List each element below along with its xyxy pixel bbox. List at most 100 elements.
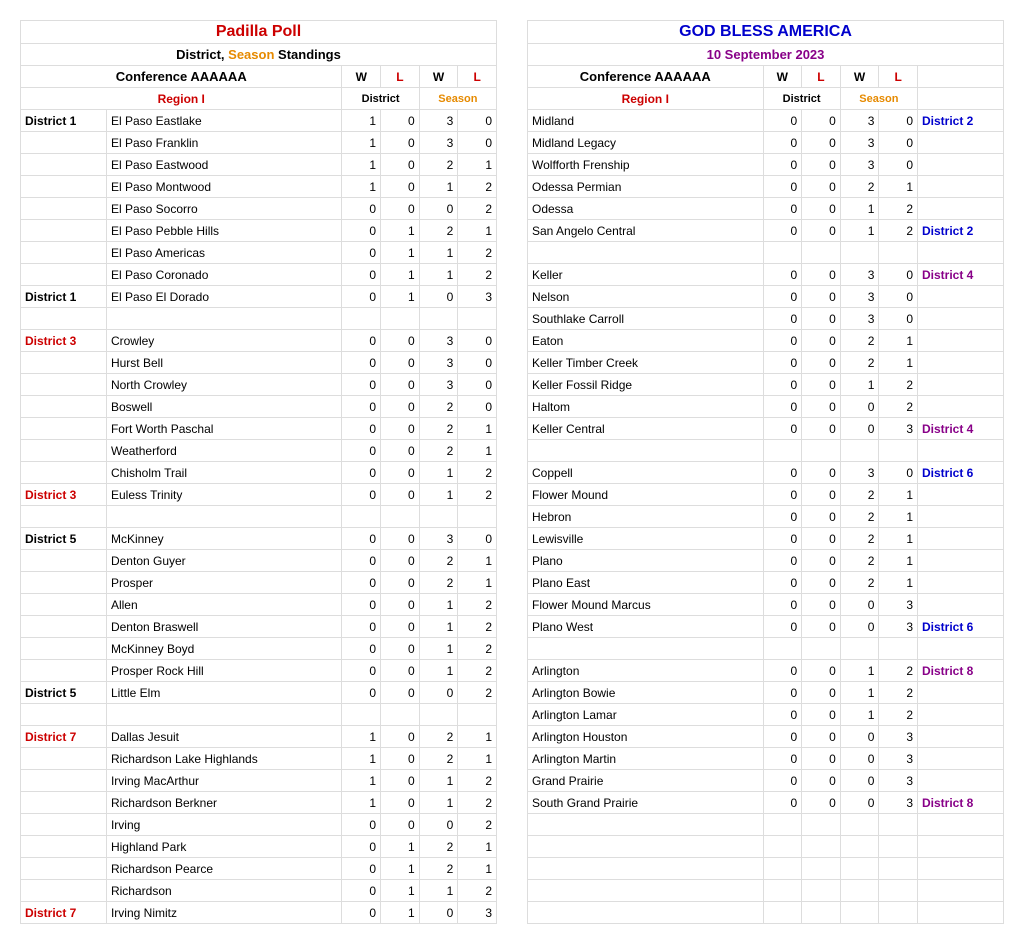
season-l [458, 704, 497, 726]
season-w: 2 [419, 726, 458, 748]
district-l [381, 704, 420, 726]
district-w: 0 [763, 396, 802, 418]
district-l: 1 [381, 286, 420, 308]
district-w: 0 [342, 902, 381, 924]
district-w: 0 [342, 858, 381, 880]
season-w: 3 [840, 154, 879, 176]
district-label: District 2 [918, 220, 1004, 242]
team-name: Boswell [106, 396, 342, 418]
season-l: 2 [458, 462, 497, 484]
district-l [802, 638, 841, 660]
district-l: 1 [381, 220, 420, 242]
table-row: District 7Dallas Jesuit1021 [21, 726, 497, 748]
season-l: 2 [879, 198, 918, 220]
season-w: 1 [419, 176, 458, 198]
district-label [918, 814, 1004, 836]
district-l: 0 [381, 770, 420, 792]
district-l: 0 [381, 726, 420, 748]
district-l: 0 [802, 748, 841, 770]
district-l: 0 [381, 660, 420, 682]
district-label [918, 176, 1004, 198]
team-name [106, 308, 342, 330]
district-l: 0 [381, 440, 420, 462]
district-w: 0 [763, 594, 802, 616]
season-w: 0 [419, 814, 458, 836]
district-l: 0 [802, 374, 841, 396]
district-label [21, 572, 107, 594]
season-l: 2 [458, 484, 497, 506]
district-w: 0 [763, 352, 802, 374]
table-row [21, 308, 497, 330]
district-l: 0 [802, 352, 841, 374]
district-w: 0 [763, 792, 802, 814]
season-w [840, 638, 879, 660]
team-name: Arlington [528, 660, 764, 682]
team-name: El Paso Eastwood [106, 154, 342, 176]
season-w: 1 [419, 462, 458, 484]
district-w: 0 [342, 462, 381, 484]
team-name: Plano East [528, 572, 764, 594]
district-w: 0 [763, 506, 802, 528]
team-name: Nelson [528, 286, 764, 308]
season-w [419, 308, 458, 330]
team-name: San Angelo Central [528, 220, 764, 242]
district-label [918, 704, 1004, 726]
district-l [802, 440, 841, 462]
table-row [528, 440, 1004, 462]
district-label [21, 242, 107, 264]
district-label [21, 396, 107, 418]
district-l: 0 [381, 550, 420, 572]
district-label [918, 242, 1004, 264]
table-row [528, 880, 1004, 902]
district-w: 0 [763, 132, 802, 154]
team-name [528, 836, 764, 858]
season-w: 1 [419, 638, 458, 660]
district-l: 0 [802, 726, 841, 748]
district-l: 0 [381, 792, 420, 814]
season-l [879, 638, 918, 660]
team-name: Allen [106, 594, 342, 616]
season-w: 2 [840, 550, 879, 572]
district-w: 0 [763, 682, 802, 704]
season-w: 0 [840, 770, 879, 792]
season-l: 2 [458, 814, 497, 836]
season-l: 1 [879, 330, 918, 352]
season-l: 2 [458, 264, 497, 286]
team-name: Irving [106, 814, 342, 836]
season-l: 0 [879, 154, 918, 176]
district-label [918, 902, 1004, 924]
district-w: 0 [763, 748, 802, 770]
season-l: 1 [458, 220, 497, 242]
season-l: 1 [458, 440, 497, 462]
season-l [879, 814, 918, 836]
district-label [21, 660, 107, 682]
season-l: 0 [879, 308, 918, 330]
hdr-sw: W [419, 66, 458, 88]
season-l: 2 [458, 792, 497, 814]
team-name: El Paso Pebble Hills [106, 220, 342, 242]
season-w: 3 [840, 132, 879, 154]
team-name: Odessa Permian [528, 176, 764, 198]
region-left: Region I [21, 88, 342, 110]
district-w: 0 [342, 242, 381, 264]
season-w: 0 [419, 682, 458, 704]
table-row: Denton Guyer0021 [21, 550, 497, 572]
season-w: 2 [419, 858, 458, 880]
season-w: 1 [419, 660, 458, 682]
season-w: 1 [840, 704, 879, 726]
district-w: 0 [342, 198, 381, 220]
season-l: 1 [458, 550, 497, 572]
subtitle-post: Standings [274, 47, 340, 62]
district-label [21, 704, 107, 726]
season-w: 1 [419, 264, 458, 286]
table-row [528, 242, 1004, 264]
right-panel: GOD BLESS AMERICA 10 September 2023 Conf… [527, 20, 1004, 924]
district-l: 0 [381, 528, 420, 550]
subtitle-left: District, Season Standings [21, 44, 497, 66]
season-l: 0 [458, 374, 497, 396]
district-label: District 6 [918, 462, 1004, 484]
team-name: Highland Park [106, 836, 342, 858]
season-l: 0 [879, 132, 918, 154]
district-label [21, 176, 107, 198]
district-w: 1 [342, 154, 381, 176]
